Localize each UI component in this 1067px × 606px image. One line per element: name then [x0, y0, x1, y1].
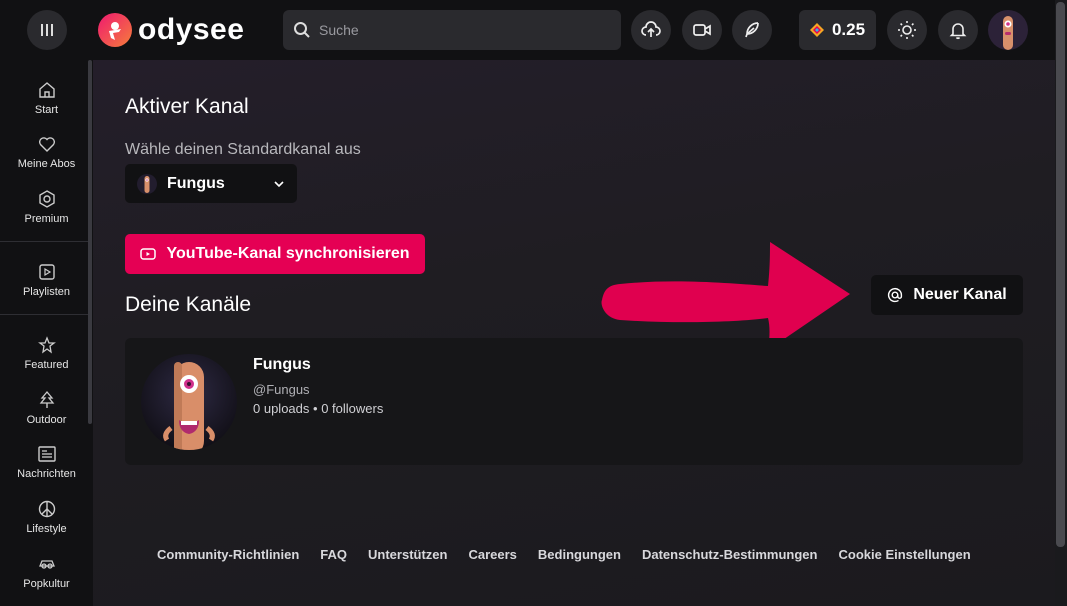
footer-link-faq[interactable]: FAQ [320, 547, 347, 562]
sidebar-item-label: Nachrichten [17, 468, 76, 480]
upload-button[interactable] [631, 10, 671, 50]
fungus-character-icon [163, 362, 215, 450]
publish-post-button[interactable] [732, 10, 772, 50]
heart-icon [38, 137, 55, 152]
credits-amount: 0.25 [831, 20, 866, 39]
premium-icon [38, 190, 55, 208]
sidebar-item-start[interactable]: Start [0, 72, 93, 124]
sidebar: Start Meine Abos Premium Playlisten Feat… [0, 60, 93, 606]
youtube-sync-label: YouTube-Kanal synchronisieren [166, 245, 410, 262]
featured-icon [37, 336, 56, 354]
sidebar-item-premium[interactable]: Premium [0, 181, 93, 233]
youtube-icon [140, 248, 157, 260]
channel-uploads: 0 uploads [253, 401, 310, 416]
your-channels-heading: Deine Kanäle [125, 293, 252, 316]
channel-handle: @Fungus [253, 382, 310, 397]
channel-avatar[interactable] [141, 354, 237, 450]
chevron-down-icon [274, 180, 284, 187]
sidebar-item-outdoor[interactable]: Outdoor [0, 382, 93, 434]
at-sign-icon [888, 287, 903, 303]
selected-channel-name: Fungus [167, 174, 225, 192]
stats-separator: • [313, 401, 318, 416]
channel-card[interactable]: Fungus @Fungus 0 uploads • 0 followers [125, 338, 1023, 465]
credits-balance-button[interactable]: 0.25 [799, 10, 876, 50]
top-header: odysee 0.25 [0, 0, 1067, 60]
peace-icon [38, 500, 55, 518]
sidebar-item-playlisten[interactable]: Playlisten [0, 254, 93, 306]
playlist-icon [38, 264, 55, 280]
odysee-logo[interactable]: odysee [98, 12, 244, 48]
theme-toggle-button[interactable] [887, 10, 927, 50]
notifications-button[interactable] [938, 10, 978, 50]
sidebar-divider [0, 314, 88, 315]
home-icon [38, 82, 55, 98]
new-channel-button[interactable]: Neuer Kanal [871, 275, 1023, 315]
footer-link-support[interactable]: Unterstützen [368, 547, 447, 562]
search-icon [294, 22, 310, 38]
sidebar-item-label: Outdoor [26, 414, 67, 426]
bell-icon [949, 23, 967, 40]
footer-links: Community-Richtlinien FAQ Unterstützen C… [157, 547, 971, 562]
active-channel-heading: Aktiver Kanal [125, 95, 249, 118]
odysee-logo-icon [98, 13, 132, 47]
fungus-avatar-icon [1003, 16, 1013, 50]
credits-icon [809, 23, 824, 37]
sidebar-scrollbar[interactable] [88, 60, 92, 424]
channel-avatar-icon [137, 173, 157, 194]
popculture-icon [38, 560, 55, 569]
menu-button[interactable] [27, 10, 67, 50]
arrow-annotation-icon [601, 242, 850, 350]
footer-link-cookie-settings[interactable]: Cookie Einstellungen [838, 547, 970, 562]
channel-stats: 0 uploads • 0 followers [253, 401, 383, 416]
channel-followers: 0 followers [321, 401, 384, 416]
sidebar-item-label: Playlisten [22, 286, 71, 298]
search-bar[interactable] [283, 10, 621, 50]
sidebar-divider [0, 241, 88, 242]
default-channel-label: Wähle deinen Standardkanal aus [125, 141, 361, 158]
go-live-button[interactable] [682, 10, 722, 50]
sidebar-item-nachrichten[interactable]: Nachrichten [0, 436, 93, 488]
video-camera-icon [693, 24, 711, 36]
sidebar-item-popkultur[interactable]: Popkultur [0, 546, 93, 598]
sidebar-item-label: Premium [24, 213, 69, 225]
sidebar-item-lifestyle[interactable]: Lifestyle [0, 491, 93, 543]
sidebar-item-label: Featured [24, 359, 69, 371]
sun-icon [898, 21, 916, 39]
default-channel-select[interactable]: Fungus [125, 164, 297, 203]
footer-link-careers[interactable]: Careers [468, 547, 516, 562]
sidebar-item-label: Lifestyle [26, 523, 67, 535]
channel-name[interactable]: Fungus [253, 356, 311, 374]
footer-link-terms[interactable]: Bedingungen [538, 547, 621, 562]
sidebar-item-label: Start [34, 104, 59, 116]
footer-link-privacy[interactable]: Datenschutz-Bestimmungen [642, 547, 818, 562]
menu-icon [41, 24, 53, 36]
brand-name: odysee [138, 13, 245, 46]
cloud-upload-icon [641, 21, 661, 37]
tree-icon [39, 390, 54, 408]
page-scrollbar[interactable] [1056, 2, 1065, 547]
footer-link-community-guidelines[interactable]: Community-Richtlinien [157, 547, 299, 562]
search-input[interactable] [319, 22, 599, 38]
feather-icon [745, 22, 759, 38]
user-avatar-button[interactable] [988, 10, 1028, 50]
new-channel-label: Neuer Kanal [913, 286, 1007, 303]
youtube-sync-button[interactable]: YouTube-Kanal synchronisieren [125, 234, 425, 274]
news-icon [37, 446, 56, 462]
sidebar-item-label: Meine Abos [17, 158, 76, 170]
sidebar-item-meine-abos[interactable]: Meine Abos [0, 126, 93, 178]
sidebar-item-featured[interactable]: Featured [0, 327, 93, 379]
sidebar-item-label: Popkultur [23, 578, 70, 590]
